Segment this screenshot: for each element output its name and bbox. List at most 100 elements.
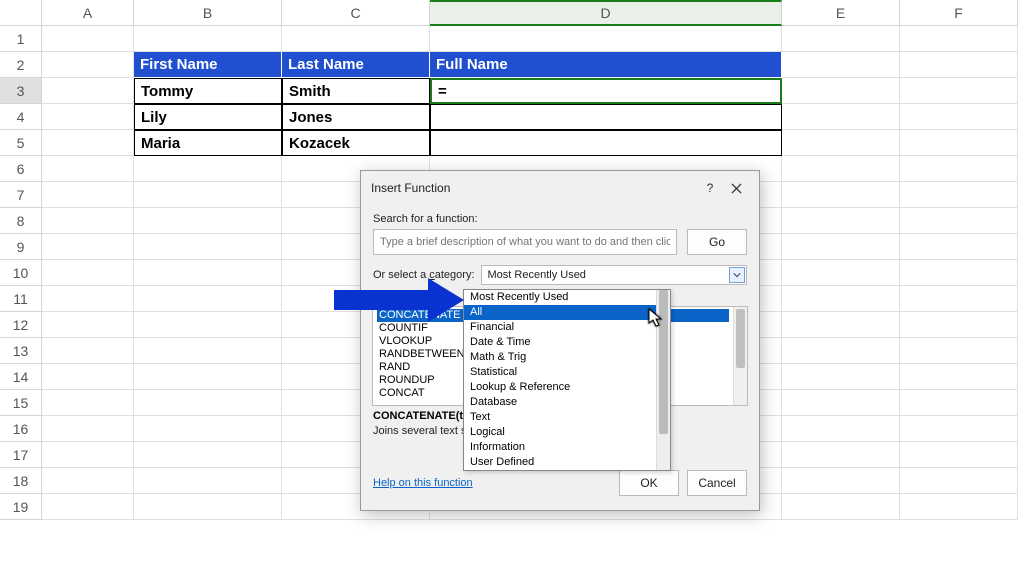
- cell[interactable]: [42, 156, 134, 182]
- cell[interactable]: [134, 26, 282, 52]
- row-header[interactable]: 4: [0, 104, 42, 130]
- row-header[interactable]: 8: [0, 208, 42, 234]
- cell[interactable]: [134, 468, 282, 494]
- cell[interactable]: [134, 234, 282, 260]
- row-header[interactable]: 11: [0, 286, 42, 312]
- cell[interactable]: [42, 52, 134, 78]
- cell[interactable]: [900, 260, 1018, 286]
- cell[interactable]: [782, 26, 900, 52]
- cell[interactable]: [42, 364, 134, 390]
- cell[interactable]: [782, 312, 900, 338]
- cell[interactable]: [42, 416, 134, 442]
- row-header[interactable]: 5: [0, 130, 42, 156]
- cell[interactable]: [900, 182, 1018, 208]
- row-header[interactable]: 16: [0, 416, 42, 442]
- cell[interactable]: [42, 338, 134, 364]
- cancel-button[interactable]: Cancel: [687, 470, 747, 496]
- search-input[interactable]: [373, 229, 677, 255]
- cell[interactable]: [42, 78, 134, 104]
- cell[interactable]: [134, 286, 282, 312]
- cell[interactable]: [900, 364, 1018, 390]
- cell[interactable]: [782, 104, 900, 130]
- col-header-e[interactable]: E: [782, 0, 900, 26]
- cell[interactable]: [134, 442, 282, 468]
- table-cell[interactable]: Maria: [134, 130, 282, 156]
- cell[interactable]: [900, 156, 1018, 182]
- cell[interactable]: [782, 364, 900, 390]
- help-link[interactable]: Help on this function: [373, 477, 611, 489]
- row-header[interactable]: 9: [0, 234, 42, 260]
- cell[interactable]: [42, 442, 134, 468]
- cell[interactable]: [134, 156, 282, 182]
- cell[interactable]: [42, 104, 134, 130]
- table-cell[interactable]: Jones: [282, 104, 430, 130]
- corner-header[interactable]: [0, 0, 42, 26]
- ok-button[interactable]: OK: [619, 470, 679, 496]
- cell[interactable]: [782, 156, 900, 182]
- cell[interactable]: [134, 260, 282, 286]
- table-cell[interactable]: [430, 104, 782, 130]
- cell[interactable]: [42, 26, 134, 52]
- cell[interactable]: [134, 312, 282, 338]
- cell[interactable]: [42, 494, 134, 520]
- category-option[interactable]: Information: [464, 440, 656, 455]
- cell[interactable]: [782, 442, 900, 468]
- row-header[interactable]: 10: [0, 260, 42, 286]
- cell[interactable]: [42, 312, 134, 338]
- cell[interactable]: [900, 390, 1018, 416]
- cell[interactable]: [900, 312, 1018, 338]
- row-header[interactable]: 14: [0, 364, 42, 390]
- table-header[interactable]: Last Name: [282, 52, 430, 78]
- col-header-c[interactable]: C: [282, 0, 430, 26]
- table-cell[interactable]: Smith: [282, 78, 430, 104]
- cell[interactable]: [134, 416, 282, 442]
- cell[interactable]: [134, 390, 282, 416]
- cell[interactable]: [42, 390, 134, 416]
- row-header[interactable]: 13: [0, 338, 42, 364]
- row-header[interactable]: 7: [0, 182, 42, 208]
- cell[interactable]: [900, 416, 1018, 442]
- row-header[interactable]: 2: [0, 52, 42, 78]
- scrollbar[interactable]: [733, 307, 747, 405]
- cell[interactable]: [782, 390, 900, 416]
- cell[interactable]: [42, 260, 134, 286]
- category-option[interactable]: Statistical: [464, 365, 656, 380]
- row-header[interactable]: 15: [0, 390, 42, 416]
- cell[interactable]: [42, 130, 134, 156]
- chevron-down-icon[interactable]: [729, 267, 745, 283]
- table-cell[interactable]: Tommy: [134, 78, 282, 104]
- row-header[interactable]: 6: [0, 156, 42, 182]
- row-header[interactable]: 17: [0, 442, 42, 468]
- row-header[interactable]: 3: [0, 78, 42, 104]
- row-header[interactable]: 19: [0, 494, 42, 520]
- cell[interactable]: [782, 338, 900, 364]
- cell[interactable]: [782, 286, 900, 312]
- dialog-help-button[interactable]: ?: [697, 177, 723, 199]
- category-combobox[interactable]: Most Recently Used: [481, 265, 748, 285]
- table-header[interactable]: Full Name: [430, 52, 782, 78]
- cell[interactable]: [900, 234, 1018, 260]
- cell[interactable]: [42, 208, 134, 234]
- go-button[interactable]: Go: [687, 229, 747, 255]
- cell[interactable]: [42, 182, 134, 208]
- category-option[interactable]: Database: [464, 395, 656, 410]
- category-option[interactable]: Text: [464, 410, 656, 425]
- cell[interactable]: [900, 26, 1018, 52]
- table-cell[interactable]: Kozacek: [282, 130, 430, 156]
- category-option[interactable]: User Defined: [464, 455, 656, 470]
- cell[interactable]: [134, 364, 282, 390]
- cell[interactable]: [900, 208, 1018, 234]
- cell[interactable]: [900, 52, 1018, 78]
- cell[interactable]: [782, 260, 900, 286]
- cell[interactable]: [282, 26, 430, 52]
- cell[interactable]: [782, 416, 900, 442]
- cell[interactable]: [900, 78, 1018, 104]
- col-header-d[interactable]: D: [430, 0, 782, 26]
- cell[interactable]: [134, 182, 282, 208]
- cell[interactable]: [900, 468, 1018, 494]
- cell[interactable]: [900, 494, 1018, 520]
- category-option[interactable]: Logical: [464, 425, 656, 440]
- cell[interactable]: [782, 494, 900, 520]
- cell[interactable]: [782, 78, 900, 104]
- cell[interactable]: [782, 468, 900, 494]
